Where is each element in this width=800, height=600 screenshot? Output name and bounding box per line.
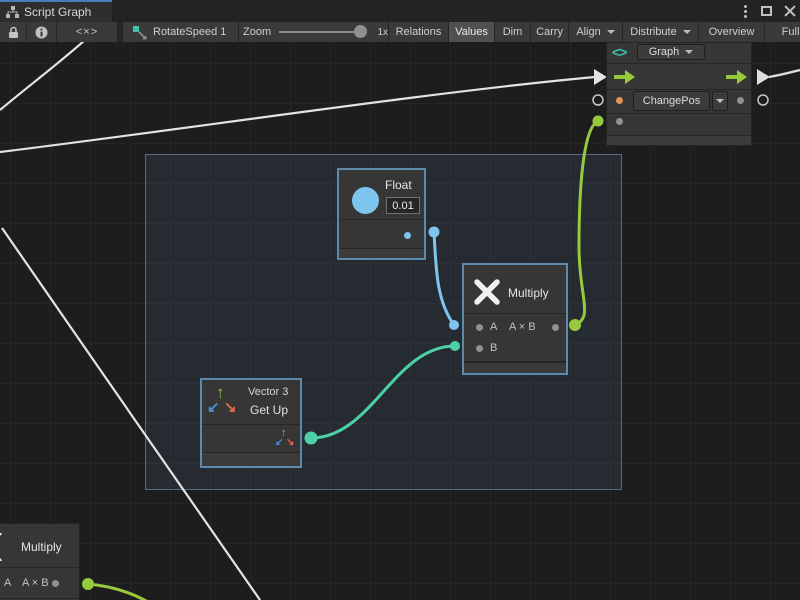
multiply-node[interactable]: Multiply A A × B B bbox=[462, 263, 568, 375]
zoom-slider-handle[interactable] bbox=[354, 25, 367, 38]
multiply-x-icon bbox=[0, 533, 13, 561]
tab-bar: Script Graph bbox=[0, 0, 800, 22]
breadcrumb[interactable]: RotateSpeed 1 bbox=[123, 22, 239, 42]
wire-end-dot bbox=[593, 116, 604, 127]
getup-subtitle: Get Up bbox=[250, 403, 288, 417]
wire-arrowhead-icon bbox=[757, 69, 770, 85]
port-dot[interactable] bbox=[616, 118, 623, 125]
multiply-out-port[interactable] bbox=[552, 324, 559, 331]
multiply-x-icon bbox=[473, 278, 501, 306]
graph-dropdown-label: Graph bbox=[649, 46, 680, 58]
lock-icon bbox=[8, 26, 19, 39]
toolbar: <×> RotateSpeed 1 Zoom 1x Relations Valu… bbox=[0, 22, 800, 42]
arrow-down-right-icon: ↘ bbox=[224, 400, 237, 415]
carry-label: Carry bbox=[536, 26, 563, 38]
flow-out-arrow-icon[interactable] bbox=[726, 70, 747, 84]
code-view-toggle-button[interactable]: <×> bbox=[57, 22, 118, 42]
close-icon[interactable] bbox=[784, 5, 796, 17]
node-footer bbox=[202, 452, 300, 466]
values-button[interactable]: Values bbox=[449, 22, 495, 42]
zoom-label: Zoom bbox=[243, 26, 271, 38]
code-x-icon: <×> bbox=[76, 26, 98, 38]
dim-button[interactable]: Dim bbox=[495, 22, 531, 42]
dim-label: Dim bbox=[503, 26, 523, 38]
chevron-down-icon bbox=[607, 30, 615, 34]
wire-white-to-right-edge bbox=[769, 70, 800, 77]
inspector-button[interactable] bbox=[27, 22, 57, 42]
float-node-title: Float bbox=[385, 178, 412, 192]
multiply-out-label: A × B bbox=[509, 321, 536, 333]
chevron-down-icon bbox=[683, 30, 691, 34]
tab-title: Script Graph bbox=[24, 5, 91, 19]
chevron-down-icon bbox=[716, 99, 724, 103]
window-controls bbox=[742, 0, 796, 22]
multiply-a-label: A bbox=[490, 321, 497, 333]
node-footer bbox=[464, 362, 566, 373]
menu-kebab-icon[interactable] bbox=[742, 3, 749, 20]
port-orange[interactable] bbox=[616, 97, 623, 104]
port-dot[interactable] bbox=[737, 97, 744, 104]
overview-button[interactable]: Overview bbox=[699, 22, 765, 42]
wire-bottom-multiply-out[interactable] bbox=[88, 584, 148, 600]
mini-arrow-down-right-icon: ↘ bbox=[286, 438, 294, 448]
node-footer bbox=[607, 135, 751, 145]
multiply-a-label: A bbox=[4, 577, 11, 589]
align-label: Align bbox=[576, 26, 600, 38]
multiply-out-port[interactable] bbox=[52, 580, 59, 587]
multiply-node-partial[interactable]: Multiply A A × B bbox=[0, 523, 80, 600]
relations-button[interactable]: Relations bbox=[389, 22, 449, 42]
info-icon bbox=[35, 26, 48, 39]
zoom-value: 1x bbox=[377, 27, 388, 38]
values-label: Values bbox=[455, 26, 488, 38]
graph-canvas[interactable]: <> Graph ChangePos bbox=[0, 42, 800, 600]
carry-button[interactable]: Carry bbox=[531, 22, 569, 42]
arrow-down-left-icon: ↙ bbox=[207, 400, 220, 415]
script-graph-window: Script Graph <×> bbox=[0, 0, 800, 600]
port-circle[interactable] bbox=[593, 95, 603, 105]
graph-brackets-icon: <> bbox=[612, 44, 626, 60]
multiply-out-label: A × B bbox=[22, 577, 49, 589]
changepos-dropdown-arrow[interactable] bbox=[712, 91, 728, 111]
zoom-control: Zoom 1x bbox=[239, 22, 389, 42]
relations-label: Relations bbox=[396, 26, 442, 38]
maximize-icon[interactable] bbox=[761, 6, 772, 16]
distribute-button[interactable]: Distribute bbox=[623, 22, 699, 42]
mini-arrow-down-left-icon: ↙ bbox=[275, 438, 283, 448]
tab-script-graph[interactable]: Script Graph bbox=[0, 0, 112, 22]
vector3-title: Vector 3 bbox=[248, 386, 288, 398]
node-footer bbox=[339, 248, 424, 258]
multiply-b-label: B bbox=[490, 342, 497, 354]
full-screen-button[interactable]: Full Screen bbox=[765, 22, 800, 42]
float-output-port[interactable] bbox=[404, 232, 411, 239]
graph-event-node[interactable]: <> Graph ChangePos bbox=[606, 42, 752, 146]
multiply-b-port[interactable] bbox=[476, 345, 483, 352]
lock-button[interactable] bbox=[0, 22, 27, 42]
graph-hierarchy-icon bbox=[6, 6, 19, 19]
full-screen-label: Full Screen bbox=[782, 26, 800, 38]
float-node[interactable]: Float 0.01 bbox=[337, 168, 426, 260]
wire-white-topleft bbox=[0, 42, 85, 110]
float-type-icon bbox=[352, 187, 379, 214]
zoom-slider-track[interactable] bbox=[279, 31, 363, 33]
float-value-field[interactable]: 0.01 bbox=[386, 197, 420, 214]
align-button[interactable]: Align bbox=[569, 22, 623, 42]
breadcrumb-label: RotateSpeed 1 bbox=[153, 26, 226, 38]
wire-white-to-graph-node bbox=[0, 77, 595, 152]
wire-end-dot bbox=[82, 578, 94, 590]
vector3-getup-node[interactable]: ↑ ↙ ↘ Vector 3 Get Up ↑ ↙ ↘ bbox=[200, 378, 302, 468]
multiply-node-title: Multiply bbox=[21, 540, 62, 554]
multiply-node-title: Multiply bbox=[508, 286, 549, 300]
flow-in-arrow-icon[interactable] bbox=[614, 70, 635, 84]
changepos-label: ChangePos bbox=[643, 95, 701, 107]
overview-label: Overview bbox=[709, 26, 755, 38]
chevron-down-icon bbox=[685, 50, 693, 54]
port-circle[interactable] bbox=[758, 95, 768, 105]
graph-dropdown[interactable]: Graph bbox=[637, 44, 705, 60]
graph-breadcrumb-icon bbox=[132, 25, 147, 40]
multiply-a-port[interactable] bbox=[476, 324, 483, 331]
distribute-label: Distribute bbox=[630, 26, 676, 38]
changepos-dropdown[interactable]: ChangePos bbox=[633, 91, 710, 111]
